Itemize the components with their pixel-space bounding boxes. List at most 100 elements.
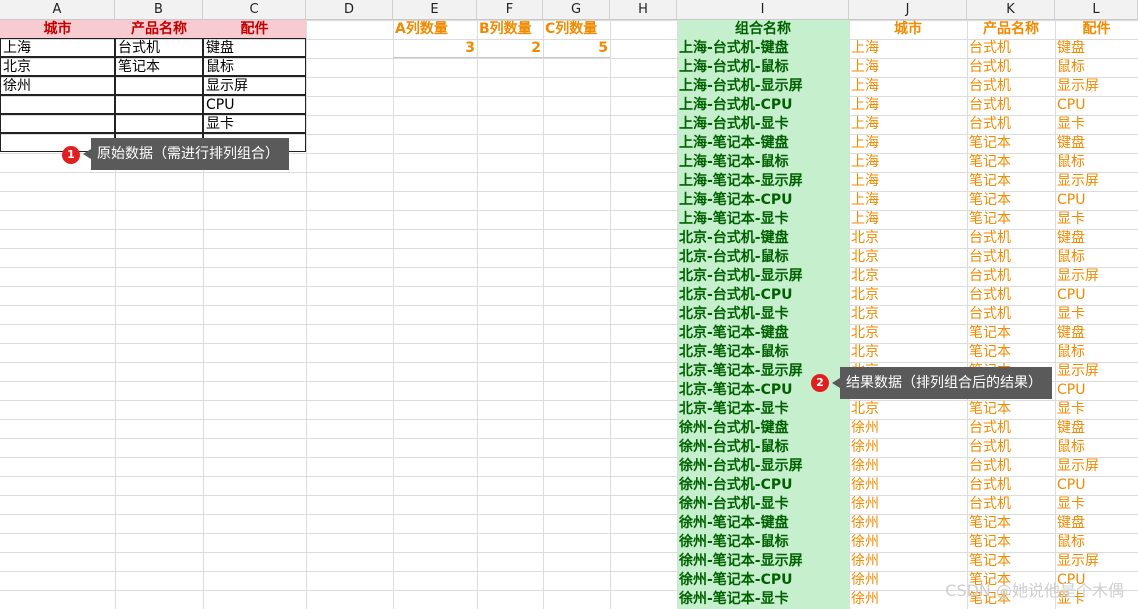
source-cell[interactable]: 台式机 <box>115 38 203 57</box>
combo-cell[interactable]: 上海-台式机-显卡 <box>677 115 849 134</box>
column-header-G[interactable]: G <box>543 0 610 20</box>
result-part-cell[interactable]: CPU <box>1055 476 1138 495</box>
combo-cell[interactable]: 上海-笔记本-显示屏 <box>677 172 849 191</box>
result-part-cell[interactable]: 鼠标 <box>1055 153 1138 172</box>
result-part-cell[interactable]: 键盘 <box>1055 324 1138 343</box>
source-cell[interactable] <box>115 114 203 133</box>
result-part-cell[interactable]: CPU <box>1055 381 1138 400</box>
result-product-cell[interactable]: 笔记本 <box>967 343 1055 362</box>
combo-cell[interactable]: 北京-笔记本-鼠标 <box>677 343 849 362</box>
result-product-cell[interactable]: 台式机 <box>967 419 1055 438</box>
source-cell[interactable]: 北京 <box>0 57 115 76</box>
result-part-cell[interactable]: 显卡 <box>1055 305 1138 324</box>
result-part-cell[interactable]: 显示屏 <box>1055 172 1138 191</box>
result-city-cell[interactable]: 徐州 <box>849 552 967 571</box>
column-header-I[interactable]: I <box>677 0 849 20</box>
combo-cell[interactable]: 上海-笔记本-CPU <box>677 191 849 210</box>
result-product-cell[interactable]: 台式机 <box>967 438 1055 457</box>
result-part-cell[interactable]: 鼠标 <box>1055 438 1138 457</box>
combo-cell[interactable]: 北京-台式机-鼠标 <box>677 248 849 267</box>
column-header-H[interactable]: H <box>610 0 677 20</box>
result-city-cell[interactable]: 北京 <box>849 267 967 286</box>
source-cell[interactable]: CPU <box>203 95 306 114</box>
result-part-cell[interactable]: 键盘 <box>1055 134 1138 153</box>
result-city-cell[interactable]: 上海 <box>849 77 967 96</box>
count-value[interactable]: 3 <box>393 39 477 58</box>
result-product-cell[interactable]: 台式机 <box>967 248 1055 267</box>
result-product-cell[interactable]: 台式机 <box>967 58 1055 77</box>
combo-cell[interactable]: 徐州-台式机-鼠标 <box>677 438 849 457</box>
count-header[interactable]: B列数量 <box>477 20 543 39</box>
count-value[interactable]: 5 <box>543 39 610 58</box>
result-part-cell[interactable]: 显示屏 <box>1055 77 1138 96</box>
result-product-cell[interactable]: 笔记本 <box>967 514 1055 533</box>
combo-cell[interactable]: 徐州-笔记本-CPU <box>677 571 849 590</box>
combo-cell[interactable]: 徐州-台式机-CPU <box>677 476 849 495</box>
header-city[interactable]: 城市 <box>0 20 115 39</box>
source-cell[interactable]: 徐州 <box>0 76 115 95</box>
result-city-cell[interactable]: 北京 <box>849 248 967 267</box>
source-cell[interactable] <box>0 114 115 133</box>
result-product-cell[interactable]: 台式机 <box>967 476 1055 495</box>
result-city-cell[interactable]: 上海 <box>849 96 967 115</box>
column-header-B[interactable]: B <box>115 0 203 20</box>
result-city-cell[interactable]: 北京 <box>849 343 967 362</box>
result-part-cell[interactable]: CPU <box>1055 191 1138 210</box>
combo-cell[interactable]: 上海-台式机-显示屏 <box>677 77 849 96</box>
source-cell[interactable]: 笔记本 <box>115 57 203 76</box>
result-part-cell[interactable]: 显示屏 <box>1055 457 1138 476</box>
result-city-cell[interactable]: 徐州 <box>849 476 967 495</box>
count-value[interactable]: 2 <box>477 39 543 58</box>
result-city-cell[interactable]: 徐州 <box>849 419 967 438</box>
source-cell[interactable] <box>115 95 203 114</box>
result-part-cell[interactable]: 键盘 <box>1055 419 1138 438</box>
result-product-cell[interactable]: 台式机 <box>967 495 1055 514</box>
result-product-cell[interactable]: 笔记本 <box>967 172 1055 191</box>
combo-cell[interactable]: 徐州-笔记本-鼠标 <box>677 533 849 552</box>
result-product-cell[interactable]: 笔记本 <box>967 210 1055 229</box>
result-part-cell[interactable]: 显卡 <box>1055 115 1138 134</box>
column-header-C[interactable]: C <box>203 0 306 20</box>
result-city-cell[interactable]: 上海 <box>849 39 967 58</box>
result-product-cell[interactable]: 台式机 <box>967 457 1055 476</box>
result-part-cell[interactable]: 鼠标 <box>1055 248 1138 267</box>
result-product-cell[interactable]: 台式机 <box>967 267 1055 286</box>
result-product-cell[interactable]: 台式机 <box>967 96 1055 115</box>
result-part-cell[interactable]: CPU <box>1055 96 1138 115</box>
source-cell[interactable] <box>115 76 203 95</box>
column-header-J[interactable]: J <box>849 0 967 20</box>
result-city-cell[interactable]: 徐州 <box>849 457 967 476</box>
combo-cell[interactable]: 北京-台式机-键盘 <box>677 229 849 248</box>
combo-cell[interactable]: 上海-台式机-CPU <box>677 96 849 115</box>
count-header[interactable]: A列数量 <box>393 20 477 39</box>
result-part-cell[interactable]: 显示屏 <box>1055 362 1138 381</box>
result-city-cell[interactable]: 上海 <box>849 153 967 172</box>
result-part-cell[interactable]: 鼠标 <box>1055 58 1138 77</box>
result-product-cell[interactable]: 台式机 <box>967 305 1055 324</box>
combo-cell[interactable]: 上海-笔记本-键盘 <box>677 134 849 153</box>
source-cell[interactable] <box>0 95 115 114</box>
column-header-A[interactable]: A <box>0 0 115 20</box>
result-part-cell[interactable]: 显卡 <box>1055 495 1138 514</box>
result-product-cell[interactable]: 笔记本 <box>967 552 1055 571</box>
header-result-city[interactable]: 城市 <box>849 20 967 39</box>
result-product-cell[interactable]: 笔记本 <box>967 400 1055 419</box>
source-cell[interactable]: 显卡 <box>203 114 306 133</box>
combo-cell[interactable]: 北京-笔记本-显卡 <box>677 400 849 419</box>
combo-cell[interactable]: 北京-笔记本-键盘 <box>677 324 849 343</box>
source-cell[interactable]: 键盘 <box>203 38 306 57</box>
combo-cell[interactable]: 徐州-台式机-显示屏 <box>677 457 849 476</box>
result-city-cell[interactable]: 徐州 <box>849 514 967 533</box>
combo-cell[interactable]: 北京-台式机-显卡 <box>677 305 849 324</box>
source-cell[interactable]: 上海 <box>0 38 115 57</box>
result-product-cell[interactable]: 笔记本 <box>967 153 1055 172</box>
result-product-cell[interactable]: 笔记本 <box>967 324 1055 343</box>
result-city-cell[interactable]: 北京 <box>849 324 967 343</box>
result-product-cell[interactable]: 台式机 <box>967 115 1055 134</box>
header-result-product[interactable]: 产品名称 <box>967 20 1055 39</box>
result-part-cell[interactable]: CPU <box>1055 286 1138 305</box>
result-part-cell[interactable]: 键盘 <box>1055 514 1138 533</box>
result-city-cell[interactable]: 北京 <box>849 400 967 419</box>
result-city-cell[interactable]: 上海 <box>849 58 967 77</box>
combo-cell[interactable]: 徐州-笔记本-键盘 <box>677 514 849 533</box>
